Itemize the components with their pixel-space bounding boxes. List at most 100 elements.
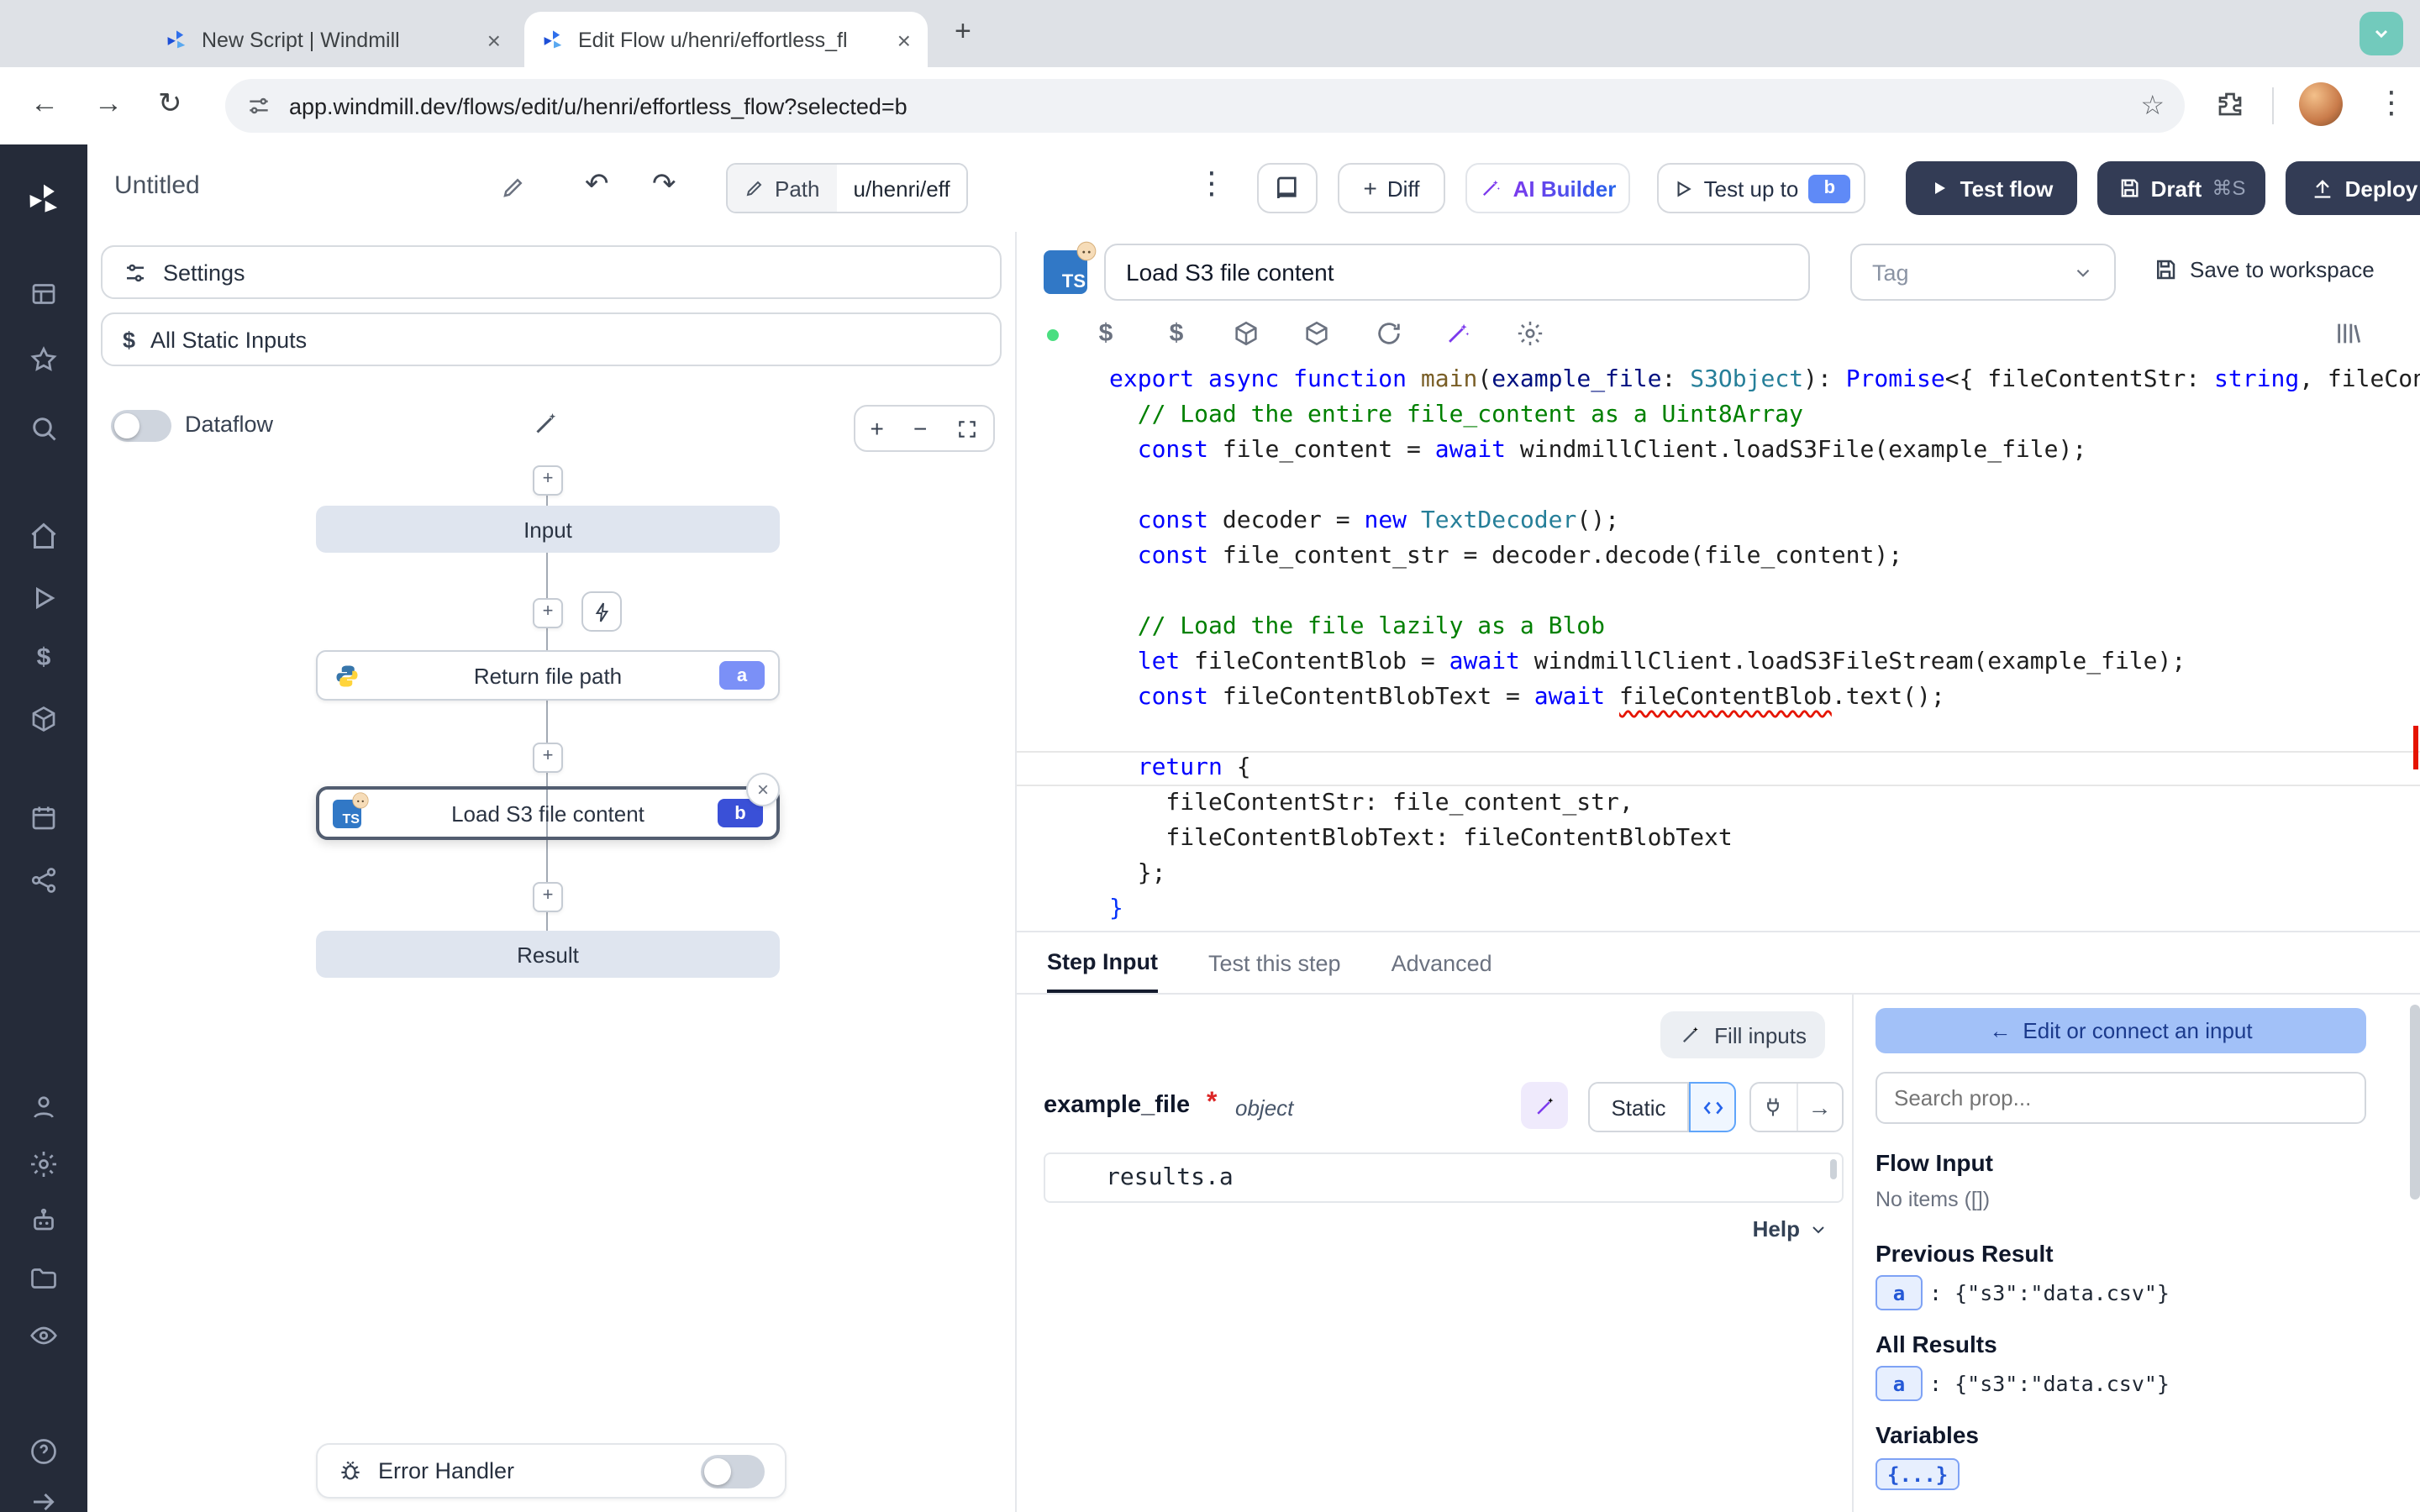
help-disclosure[interactable]: Help <box>1753 1216 1828 1242</box>
ai-wand-icon[interactable] <box>1444 319 1474 349</box>
add-step-button[interactable]: + <box>533 465 563 496</box>
favorites-star-icon[interactable] <box>29 344 59 375</box>
diff-button[interactable]: + Diff <box>1338 163 1445 213</box>
plug-connect-icon[interactable] <box>1751 1084 1797 1131</box>
add-step-button[interactable]: + <box>533 743 563 773</box>
variables-dollar-icon[interactable]: $ <box>1161 319 1192 349</box>
tab-advanced[interactable]: Advanced <box>1392 932 1492 993</box>
search-prop-input[interactable] <box>1876 1072 2366 1124</box>
input-node[interactable]: Input <box>316 506 780 553</box>
flow-title: Untitled <box>114 171 200 200</box>
back-icon[interactable]: ← <box>30 87 59 121</box>
docs-book-button[interactable] <box>1257 163 1318 213</box>
test-up-to-button[interactable]: Test up to b <box>1657 163 1865 213</box>
save-icon <box>2118 176 2141 200</box>
variables-badge[interactable]: {...} <box>1876 1458 1960 1490</box>
windmill-logo-icon[interactable] <box>25 181 62 218</box>
static-mode-button[interactable]: Static <box>1588 1082 1689 1132</box>
package-icon[interactable] <box>1232 319 1262 349</box>
variables-dollar-icon[interactable]: $ <box>29 643 59 674</box>
error-handler-toggle[interactable] <box>701 1454 765 1488</box>
tab-close-icon[interactable]: × <box>897 26 911 53</box>
runs-play-icon[interactable] <box>29 583 59 613</box>
fill-inputs-button[interactable]: Fill inputs <box>1660 1011 1825 1058</box>
ai-wand-icon[interactable] <box>531 408 561 438</box>
more-options-kebab-icon[interactable]: ⋮ <box>1197 166 1227 202</box>
flow-settings-button[interactable]: Settings <box>101 245 1002 299</box>
result-node[interactable]: Result <box>316 931 780 978</box>
add-step-button[interactable]: + <box>533 598 563 628</box>
undo-icon[interactable]: ↶ <box>585 168 609 202</box>
edit-or-connect-banner[interactable]: ← Edit or connect an input <box>1876 1008 2366 1053</box>
step-name-input[interactable] <box>1104 244 1810 301</box>
refresh-icon[interactable] <box>1375 319 1405 349</box>
fit-view-icon[interactable] <box>956 417 978 439</box>
zoom-in-icon[interactable]: + <box>871 415 884 442</box>
all-static-inputs-button[interactable]: $ All Static Inputs <box>101 312 1002 366</box>
help-label: Help <box>1753 1216 1800 1242</box>
step-node-a[interactable]: Return file path a <box>316 650 780 701</box>
tab-test-this-step[interactable]: Test this step <box>1208 932 1341 993</box>
users-person-icon[interactable] <box>29 1092 59 1122</box>
browser-tab-new-script[interactable]: New Script | Windmill × <box>148 12 518 67</box>
editor-settings-gear-icon[interactable] <box>1516 319 1546 349</box>
tag-select[interactable]: Tag <box>1850 244 2116 301</box>
goto-arrow-icon[interactable]: → <box>1797 1084 1842 1131</box>
ai-fill-wand-button[interactable] <box>1521 1082 1568 1129</box>
settings-gear-icon[interactable] <box>29 1149 59 1179</box>
folders-icon[interactable] <box>29 1263 59 1294</box>
forward-icon[interactable]: → <box>94 87 123 121</box>
audit-eye-icon[interactable] <box>29 1320 59 1351</box>
browser-menu-kebab-icon[interactable]: ⋮ <box>2376 86 2407 121</box>
dataflow-toggle[interactable] <box>111 410 171 442</box>
resources-package-icon[interactable] <box>29 704 59 734</box>
draft-button[interactable]: Draft ⌘S <box>2097 161 2265 215</box>
path-control[interactable]: Path u/henri/eff <box>726 163 969 213</box>
apps-grid-icon[interactable] <box>29 279 59 309</box>
delete-step-button[interactable]: × <box>746 773 780 806</box>
new-tab-button[interactable]: + <box>955 15 971 49</box>
collapse-arrow-icon[interactable] <box>29 1487 59 1512</box>
previous-result-row[interactable]: a : {"s3":"data.csv"} <box>1876 1275 2170 1310</box>
help-question-icon[interactable] <box>29 1436 59 1467</box>
library-icon[interactable] <box>2334 319 2365 349</box>
address-bar[interactable]: app.windmill.dev/flows/edit/u/henri/effo… <box>225 79 2185 133</box>
zoom-out-icon[interactable]: − <box>913 415 927 442</box>
tab-step-input[interactable]: Step Input <box>1047 932 1158 993</box>
deploy-button[interactable]: Deploy <box>2286 161 2420 215</box>
bookmark-star-icon[interactable]: ☆ <box>2140 89 2165 123</box>
test-flow-button[interactable]: Test flow <box>1906 161 2077 215</box>
browser-tab-edit-flow[interactable]: Edit Flow u/henri/effortless_fl × <box>524 12 928 67</box>
python-icon <box>334 664 360 689</box>
all-results-row[interactable]: a : {"s3":"data.csv"} <box>1876 1366 2170 1401</box>
expression-editor-toggle[interactable] <box>1689 1082 1736 1132</box>
search-icon[interactable] <box>29 413 59 444</box>
assets-dollar-icon[interactable]: $ <box>1091 319 1121 349</box>
tab-close-icon[interactable]: × <box>487 26 501 53</box>
result-id-badge[interactable]: a <box>1876 1366 1923 1401</box>
panel-scrollbar[interactable] <box>2408 995 2420 1512</box>
step-node-b-selected[interactable]: TS Load S3 file content b <box>316 786 780 840</box>
edit-title-pencil-icon[interactable] <box>501 175 526 200</box>
schedules-calendar-icon[interactable] <box>29 803 59 833</box>
profile-avatar[interactable] <box>2299 82 2343 126</box>
home-icon[interactable] <box>29 521 59 551</box>
trigger-bolt-button[interactable] <box>581 591 622 632</box>
add-step-button[interactable]: + <box>533 882 563 912</box>
site-settings-icon[interactable] <box>245 92 272 119</box>
expression-input[interactable]: results.a <box>1044 1152 1844 1203</box>
workers-nodes-icon[interactable] <box>29 865 59 895</box>
save-to-workspace-button[interactable]: Save to workspace <box>2153 257 2375 282</box>
error-handler-bar[interactable]: Error Handler <box>316 1443 786 1499</box>
tab-search-button[interactable] <box>2360 12 2403 55</box>
reload-icon[interactable]: ↻ <box>158 87 182 121</box>
result-id-badge[interactable]: a <box>1876 1275 1923 1310</box>
windmill-favicon <box>165 28 188 51</box>
worker-groups-robot-icon[interactable] <box>29 1206 59 1236</box>
dependencies-box-icon[interactable] <box>1302 319 1333 349</box>
redo-icon[interactable]: ↷ <box>652 168 676 202</box>
ai-builder-button[interactable]: AI Builder <box>1465 163 1630 213</box>
mini-scrollbar[interactable] <box>1830 1159 1837 1179</box>
extensions-puzzle-icon[interactable] <box>2215 89 2245 119</box>
code-editor[interactable]: export async function main(example_file:… <box>1017 363 2420 931</box>
